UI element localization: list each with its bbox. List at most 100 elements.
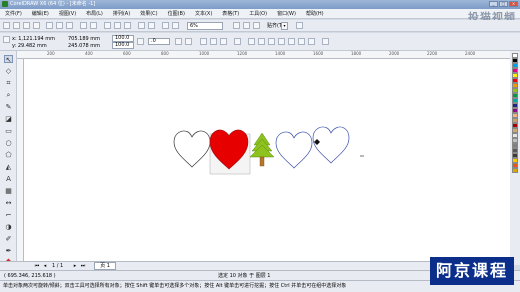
- menu-effects[interactable]: 效果(C): [135, 10, 162, 17]
- ellipse-tool-icon[interactable]: ○: [4, 139, 13, 147]
- freehand-tool-icon[interactable]: ✎: [4, 103, 13, 111]
- height-field[interactable]: 245.078 mm: [68, 43, 100, 49]
- ungroup-icon[interactable]: [210, 38, 217, 45]
- ruler-tick-label: 1200: [237, 51, 248, 56]
- back-minus-front-icon[interactable]: [298, 38, 305, 45]
- save-icon[interactable]: [23, 22, 30, 29]
- connector-tool-icon[interactable]: ⌐: [4, 211, 13, 219]
- object-origin-icon[interactable]: [3, 36, 10, 43]
- redo-icon[interactable]: [90, 22, 97, 29]
- width-field[interactable]: 705.189 mm: [68, 36, 100, 42]
- palette-swatch[interactable]: [512, 168, 518, 173]
- lock-ratio-icon[interactable]: [137, 38, 144, 45]
- ruler-tick-label: 400: [85, 51, 93, 56]
- minimize-button[interactable]: _: [489, 1, 498, 7]
- last-page-icon[interactable]: ⏭: [80, 263, 86, 269]
- zoom-tool-icon[interactable]: ⌕: [4, 91, 13, 99]
- weld-icon[interactable]: [248, 38, 255, 45]
- print-icon[interactable]: [33, 22, 40, 29]
- ruler-tick-label: 1400: [275, 51, 286, 56]
- align-distribute-icon[interactable]: [322, 38, 329, 45]
- boundary-icon[interactable]: [308, 38, 315, 45]
- grid-icon[interactable]: [243, 22, 250, 29]
- outline-pen-icon[interactable]: ✒: [4, 247, 13, 255]
- crop-tool-icon[interactable]: ⌗: [4, 79, 13, 87]
- y-position-field[interactable]: y: 29.482 mm: [12, 43, 47, 49]
- page-tab-1[interactable]: 页 1: [94, 262, 116, 270]
- scale-height-field[interactable]: 100.0: [112, 42, 134, 49]
- full-screen-preview-icon[interactable]: [172, 22, 179, 29]
- polygon-tool-icon[interactable]: ⬠: [4, 151, 13, 159]
- menu-window[interactable]: 窗口(W): [272, 10, 301, 17]
- menu-table[interactable]: 表格(T): [217, 10, 244, 17]
- corel-connect-icon[interactable]: [162, 22, 169, 29]
- new-document-icon[interactable]: [3, 22, 10, 29]
- outline-heart-3[interactable]: [312, 126, 350, 164]
- window-title: CorelDRAW X6 (64 位) - [未命名 -1]: [10, 1, 96, 7]
- copy-icon[interactable]: [56, 22, 63, 29]
- combine-icon[interactable]: [234, 38, 241, 45]
- mirror-horizontal-icon[interactable]: [175, 38, 182, 45]
- shape-tool-icon[interactable]: ◇: [4, 67, 13, 75]
- outline-heart-1[interactable]: [173, 130, 211, 168]
- menu-text[interactable]: 文本(X): [190, 10, 217, 17]
- welcome-screen-icon[interactable]: [148, 22, 155, 29]
- first-page-icon[interactable]: ⏮: [34, 263, 40, 269]
- table-tool-icon[interactable]: ▦: [4, 187, 13, 195]
- rectangle-tool-icon[interactable]: ▭: [4, 127, 13, 135]
- outline-heart-2[interactable]: [275, 131, 313, 169]
- menu-arrange[interactable]: 排列(A): [108, 10, 135, 17]
- zoom-level-select[interactable]: 6%: [187, 22, 223, 30]
- tree-trunk[interactable]: [259, 156, 265, 167]
- canvas-artwork: [173, 126, 364, 175]
- search-content-icon[interactable]: [104, 22, 111, 29]
- export-icon[interactable]: [124, 22, 131, 29]
- x-position-field[interactable]: x: 1,121.194 mm: [12, 36, 55, 42]
- mirror-vertical-icon[interactable]: [185, 38, 192, 45]
- eyedropper-tool-icon[interactable]: ✐: [4, 235, 13, 243]
- trim-icon[interactable]: [258, 38, 265, 45]
- hint-text: 单击对象两次可旋转/倾斜；双击工具可选择所有对象；按住 Shift 键单击可选择…: [3, 283, 347, 289]
- snap-dropdown-chevron-icon[interactable]: ▾: [281, 22, 288, 30]
- vertical-ruler[interactable]: [17, 59, 24, 261]
- cut-icon[interactable]: [46, 22, 53, 29]
- open-icon[interactable]: [13, 22, 20, 29]
- text-tool-icon[interactable]: A: [4, 175, 13, 183]
- menu-edit[interactable]: 编辑(E): [27, 10, 54, 17]
- blend-tool-icon[interactable]: ◑: [4, 223, 13, 231]
- guidelines-icon[interactable]: [253, 22, 260, 29]
- menu-help[interactable]: 帮助(H): [301, 10, 329, 17]
- menu-tools[interactable]: 工具(O): [244, 10, 272, 17]
- front-minus-back-icon[interactable]: [288, 38, 295, 45]
- close-button[interactable]: ×: [509, 1, 518, 7]
- dimension-tool-icon[interactable]: ↔: [4, 199, 13, 207]
- drawing-canvas[interactable]: [24, 59, 510, 261]
- previous-page-icon[interactable]: ◂: [42, 263, 48, 269]
- application-launcher-icon[interactable]: [138, 22, 145, 29]
- maximize-button[interactable]: □: [499, 1, 508, 7]
- menu-view[interactable]: 视图(V): [54, 10, 81, 17]
- next-page-icon[interactable]: ▸: [72, 263, 78, 269]
- rulers-icon[interactable]: [233, 22, 240, 29]
- menu-file[interactable]: 文件(F): [0, 10, 27, 17]
- smart-fill-icon[interactable]: ◪: [4, 115, 13, 123]
- scale-width-field[interactable]: 100.0: [112, 35, 134, 42]
- options-gear-icon[interactable]: [296, 22, 303, 29]
- intersect-icon[interactable]: [268, 38, 275, 45]
- pick-tool-icon[interactable]: ↖: [4, 55, 13, 64]
- simplify-icon[interactable]: [278, 38, 285, 45]
- horizontal-ruler[interactable]: 200 400 600 800 1000 1200 1400 1600 1800…: [17, 51, 510, 59]
- menu-layout[interactable]: 布局(L): [81, 10, 108, 17]
- ruler-tick-label: 2000: [389, 51, 400, 56]
- import-icon[interactable]: [114, 22, 121, 29]
- ruler-tick-label: 1000: [199, 51, 210, 56]
- ruler-tick-label: 2200: [427, 51, 438, 56]
- paste-icon[interactable]: [66, 22, 73, 29]
- ruler-tick-label: 2400: [465, 51, 476, 56]
- group-icon[interactable]: [200, 38, 207, 45]
- undo-icon[interactable]: [80, 22, 87, 29]
- menu-bitmaps[interactable]: 位图(B): [163, 10, 190, 17]
- ungroup-all-icon[interactable]: [220, 38, 227, 45]
- rotation-angle-field[interactable]: .0: [148, 38, 170, 45]
- basic-shapes-icon[interactable]: ◭: [4, 163, 13, 171]
